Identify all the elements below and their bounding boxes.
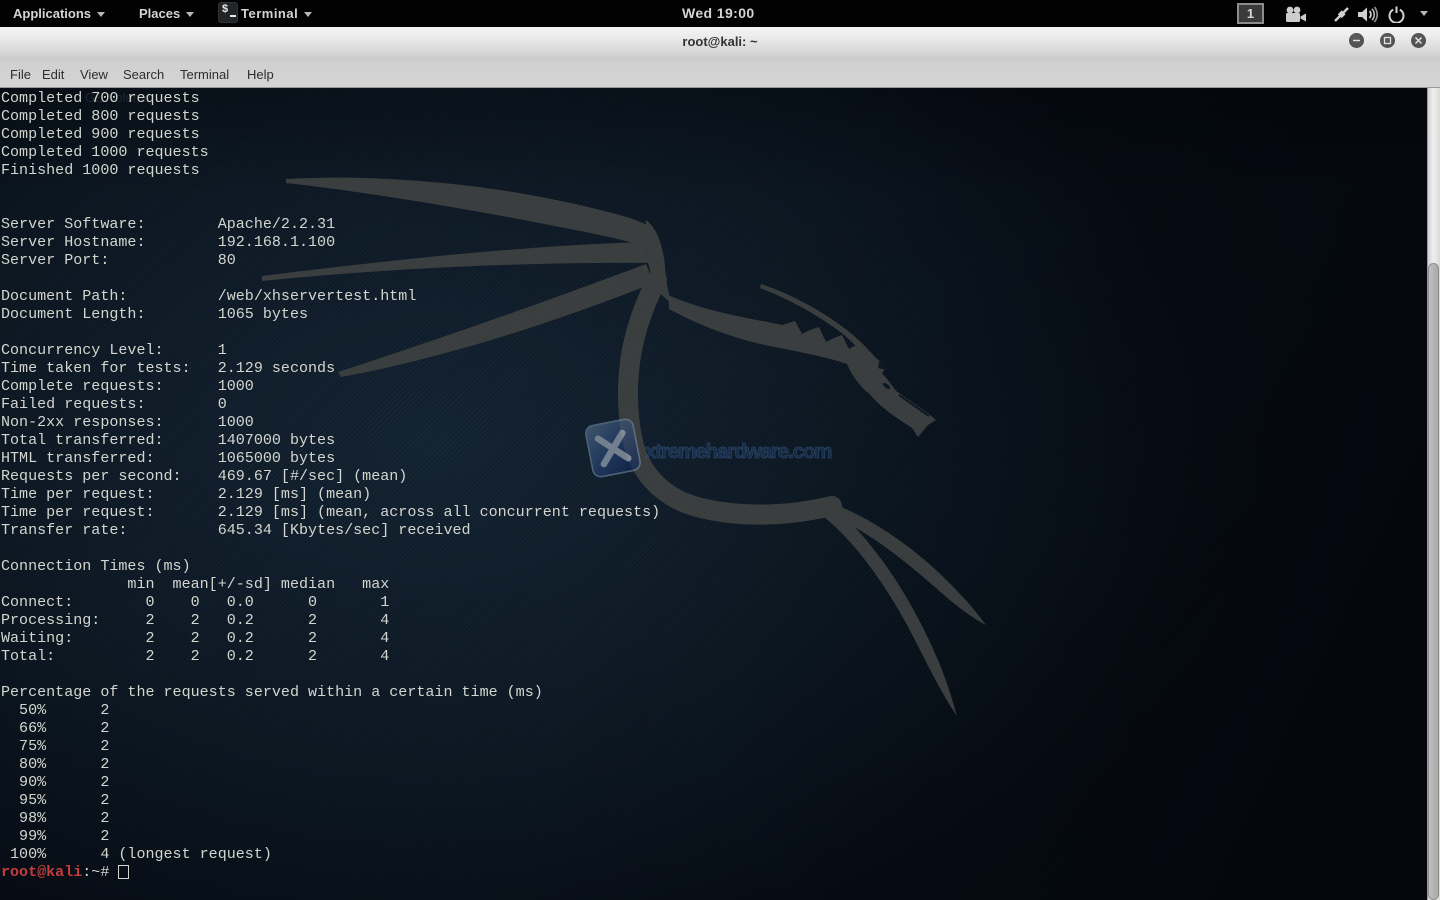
svg-text:xtremehardware.com: xtremehardware.com xyxy=(645,440,831,463)
